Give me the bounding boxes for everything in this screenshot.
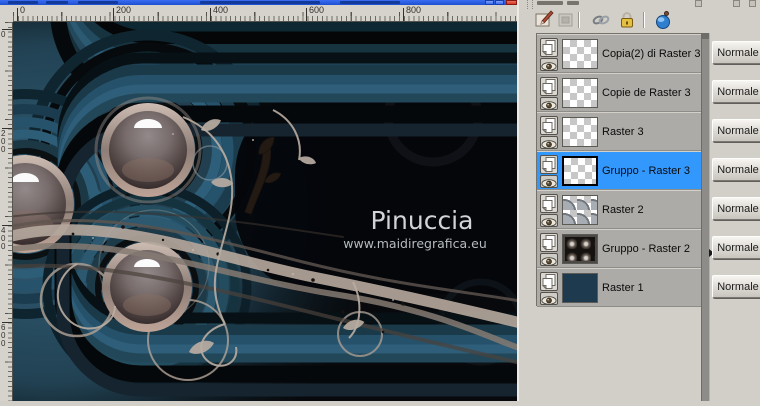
palette-close-icon[interactable]	[749, 0, 756, 7]
palette-title-fragment	[537, 1, 563, 5]
ruler-tick	[306, 8, 307, 21]
blend-mode-button[interactable]: Normale	[712, 158, 760, 181]
palette-pin-icon[interactable]	[733, 0, 740, 7]
layer-name: Copie de Raster 3	[602, 86, 691, 99]
layer-name: Copia(2) di Raster 3	[602, 47, 701, 60]
layer-row-raster-2[interactable]: Raster 2	[537, 190, 701, 229]
edit-brush-icon[interactable]	[535, 10, 555, 30]
layer-thumbnail[interactable]	[562, 234, 598, 264]
ruler-label: 600	[1, 323, 6, 348]
layer-pages-icon[interactable]	[540, 38, 558, 57]
layer-thumbnail[interactable]	[562, 117, 598, 147]
visibility-eye-icon[interactable]	[540, 136, 558, 149]
layer-row-gruppo-raster-2[interactable]: Gruppo - Raster 2	[537, 229, 701, 268]
pushpin-sphere-icon[interactable]	[653, 10, 673, 30]
layers-palette: Copia(2) di Raster 3 Copie de Raster 3 R…	[519, 0, 760, 401]
palette-header[interactable]	[519, 0, 760, 9]
blend-mode-button[interactable]: Normale	[712, 236, 760, 259]
ruler-label: 200	[1, 129, 6, 154]
artwork: Pinuccia www.maidiregrafica.eu	[0, 0, 760, 406]
layer-pages-icon[interactable]	[540, 116, 558, 135]
link-chain-icon[interactable]	[591, 10, 611, 30]
ruler-corner	[0, 5, 13, 22]
blend-mode-button[interactable]: Normale	[712, 275, 760, 298]
layer-pages-icon[interactable]	[540, 233, 558, 252]
toolbar-separator	[643, 12, 644, 28]
palette-title-fragment	[567, 1, 579, 5]
layer-row-raster-3[interactable]: Raster 3	[537, 112, 701, 151]
ruler-label: 400	[213, 5, 229, 15]
image-canvas[interactable]: Pinuccia www.maidiregrafica.eu	[0, 0, 760, 406]
ruler-label: 600	[309, 5, 325, 15]
layer-thumbnail[interactable]	[562, 39, 598, 69]
artwork-website-text: www.maidiregrafica.eu	[343, 236, 487, 251]
layer-pages-icon[interactable]	[540, 77, 558, 96]
layer-thumbnail[interactable]	[562, 273, 598, 303]
visibility-eye-icon[interactable]	[540, 214, 558, 227]
layers-toolbar	[519, 9, 760, 33]
palette-splitter[interactable]	[701, 33, 710, 401]
ruler-tick	[403, 8, 404, 21]
ruler-label: 0	[1, 30, 6, 39]
horizontal-ruler: 0 200 400 600 800	[13, 5, 517, 22]
layer-list: Copia(2) di Raster 3 Copie de Raster 3 R…	[536, 33, 701, 307]
ruler-tick	[210, 8, 211, 21]
titlebar-text-fragment	[200, 1, 320, 4]
visibility-eye-icon[interactable]	[540, 97, 558, 110]
app-window: 0 200 400 600 800 0 200 400 600 Pinuccia…	[0, 0, 760, 406]
visibility-eye-icon[interactable]	[540, 292, 558, 305]
splitter-cap	[702, 33, 709, 39]
palette-dock-icon[interactable]	[695, 0, 702, 7]
titlebar-text-fragment	[78, 1, 118, 4]
palette-grip[interactable]	[527, 0, 533, 9]
ruler-label: 200	[116, 5, 132, 15]
ruler-label: 0	[20, 5, 26, 15]
vertical-ruler: 0 200 400 600	[0, 22, 13, 401]
layer-row-gruppo-raster-3-selected[interactable]: Gruppo - Raster 3	[537, 151, 701, 190]
layer-row-copia2-di-raster-3[interactable]: Copia(2) di Raster 3	[537, 34, 701, 73]
layer-row-copie-de-raster-3[interactable]: Copie de Raster 3	[537, 73, 701, 112]
layer-thumbnail[interactable]	[562, 78, 598, 108]
layer-pages-icon[interactable]	[540, 155, 558, 174]
artwork-title-text: Pinuccia	[371, 206, 474, 235]
layer-name: Gruppo - Raster 3	[602, 164, 691, 177]
blend-mode-button[interactable]: Normale	[712, 41, 760, 64]
lock-icon[interactable]	[617, 10, 637, 30]
layer-thumbnail[interactable]	[562, 195, 598, 225]
ruler-label: 400	[1, 226, 6, 251]
blend-mode-button[interactable]: Normale	[712, 119, 760, 142]
titlebar-text-fragment	[46, 1, 68, 4]
orb-top	[94, 96, 202, 204]
layer-pages-icon[interactable]	[540, 272, 558, 291]
titlebar-text-fragment	[8, 1, 38, 4]
ruler-label: 800	[406, 5, 422, 15]
layer-thumbnail[interactable]	[562, 156, 598, 186]
layer-name: Gruppo - Raster 2	[602, 242, 691, 255]
layer-name: Raster 1	[602, 281, 644, 294]
mask-icon-disabled[interactable]	[556, 10, 576, 30]
visibility-eye-icon[interactable]	[540, 58, 558, 71]
ruler-tick	[17, 8, 18, 21]
ruler-tick	[113, 8, 114, 21]
layer-row-raster-1[interactable]: Raster 1	[537, 268, 701, 307]
layer-pages-icon[interactable]	[540, 194, 558, 213]
blend-mode-button[interactable]: Normale	[712, 197, 760, 220]
layer-name: Raster 2	[602, 203, 644, 216]
toolbar-separator	[578, 12, 579, 28]
titlebar-text-fragment	[340, 1, 400, 4]
blend-mode-button[interactable]: Normale	[712, 80, 760, 103]
visibility-eye-icon[interactable]	[540, 253, 558, 266]
visibility-eye-icon[interactable]	[540, 175, 558, 188]
layer-name: Raster 3	[602, 125, 644, 138]
